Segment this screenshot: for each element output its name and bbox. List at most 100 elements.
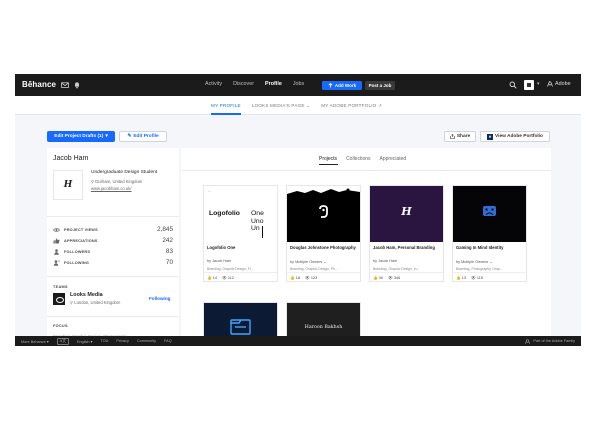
profile-name: Jacob Ham <box>53 155 89 162</box>
stat-value: 70 <box>165 259 173 266</box>
main-nav: Activity Discover Profile Jobs <box>205 81 304 87</box>
share-button[interactable]: Share <box>444 131 476 142</box>
projects-panel: Projects Collections Appreciated • • Log… <box>181 148 551 346</box>
footer-link-tou[interactable]: TOU <box>100 339 108 343</box>
subnav-looks-media[interactable]: LOOKS MEDIA'S PAGE ⌄ <box>252 103 310 109</box>
profile-avatar[interactable]: H <box>53 170 83 200</box>
eye-icon: 👁 <box>471 275 476 280</box>
adobe-link[interactable]: Adobe <box>547 81 571 87</box>
following-button[interactable]: Following <box>149 296 170 301</box>
adobe-family[interactable]: Part of the Adobe Family <box>525 338 575 344</box>
edit-profile-label: Edit Profile <box>133 134 159 139</box>
project-thumbnail[interactable]: • • Logofolio One Uno Un <box>204 186 277 242</box>
thumbs-up-icon: 👍 <box>207 275 212 280</box>
language-label: English <box>77 339 90 344</box>
external-link-icon: ↗ <box>377 103 382 108</box>
chevron-down-icon: ⌄ <box>306 103 311 108</box>
views-count: 112 <box>227 275 234 280</box>
stat-label: PROJECT VIEWS <box>64 227 98 232</box>
behance-logo[interactable]: Bēhance <box>22 80 56 89</box>
pencil-icon: ✎ <box>127 134 132 139</box>
subnav-adobe-portfolio[interactable]: MY ADOBE PORTFOLIO ↗ <box>321 103 382 109</box>
tab-projects[interactable]: Projects <box>319 156 337 162</box>
nav-profile[interactable]: Profile <box>265 81 282 87</box>
stats-list: PROJECT VIEWS 2,845 APPRECIATIONS 242 FO… <box>53 224 173 268</box>
adobe-icon <box>525 338 531 344</box>
team-name[interactable]: Looks Media <box>70 292 103 298</box>
stat-value: 2,845 <box>157 226 173 233</box>
adobe-family-label: Part of the Adobe Family <box>533 339 575 343</box>
more-behance-label: More Behance <box>21 339 46 344</box>
project-stats: 👍 18 👁 123 <box>287 272 360 281</box>
footer-bar: More Behance ▾ A文 English ▾ TOU Privacy … <box>15 336 581 346</box>
share-label: Share <box>456 134 471 139</box>
team-location: ⚲ London, United Kingdom <box>70 300 120 305</box>
project-views: 👁 112 <box>222 275 234 280</box>
project-card[interactable]: Gaming In Mind Identity by Multiple Owne… <box>452 185 527 282</box>
profile-location-text: Durham, United Kingdom <box>95 179 143 184</box>
likes-count: 18 <box>295 275 301 280</box>
project-thumbnail[interactable]: H <box>370 186 443 242</box>
active-tab-indicator <box>319 164 338 165</box>
project-thumbnail[interactable] <box>287 186 360 242</box>
post-job-button[interactable]: Post a Job <box>365 81 395 90</box>
subnav-looks-media-label: LOOKS MEDIA'S PAGE <box>251 103 305 108</box>
likes-count: 13 <box>461 275 467 280</box>
thumbs-up-icon <box>53 237 60 243</box>
stat-row: APPRECIATIONS 242 <box>53 235 173 246</box>
edit-drafts-button[interactable]: Edit Project Drafts (1) ▾ <box>47 131 115 142</box>
project-tags: Branding, Graphic Design, Ph... <box>290 267 338 271</box>
user-avatar[interactable] <box>524 80 534 90</box>
view-portfolio-button[interactable]: H View Adobe Portfolio <box>480 131 550 142</box>
thumbs-up-icon: 👍 <box>373 275 378 280</box>
footer-link-faq[interactable]: FAQ <box>164 339 172 343</box>
profile-subnav: MY PROFILE LOOKS MEDIA'S PAGE ⌄ MY ADOBE… <box>15 96 581 115</box>
subnav-my-profile[interactable]: MY PROFILE <box>211 103 241 109</box>
project-title[interactable]: Logofolio One <box>204 242 277 259</box>
project-likes: 👍 14 <box>207 275 217 280</box>
language-select[interactable]: English ▾ <box>77 339 92 344</box>
project-card[interactable]: H Jacob Ham, Personal Branding by Jacob … <box>369 185 444 282</box>
top-bar: Bēhance Activity Discover Profile Jobs A… <box>15 74 581 96</box>
stat-row[interactable]: FOLLOWING 70 <box>53 257 173 268</box>
project-title[interactable]: Gaming In Mind Identity <box>453 242 526 259</box>
profile-sidebar: Jacob Ham H Undergraduate Design Student… <box>47 148 179 346</box>
project-card[interactable]: • • Logofolio One Uno Un Logofolio One b… <box>203 185 278 282</box>
stat-label: FOLLOWING <box>64 260 89 265</box>
project-owner-text: by Multiple Owners <box>290 260 323 264</box>
project-title[interactable]: Douglas Johnstone Photography <box>287 242 360 259</box>
footer-link-community[interactable]: Community <box>137 339 156 343</box>
add-work-button[interactable]: Add Work <box>322 81 362 90</box>
mail-icon[interactable] <box>61 81 69 89</box>
project-thumbnail[interactable] <box>453 186 526 242</box>
thumb-wordmark: Logofolio <box>209 210 240 217</box>
project-title[interactable]: Jacob Ham, Personal Branding <box>370 242 443 259</box>
nav-activity[interactable]: Activity <box>205 81 222 87</box>
project-stats: 👍 14 👁 112 <box>204 272 277 281</box>
project-likes: 👍 40 <box>373 275 383 280</box>
thumb-wordmark: Haroon Bakhsh <box>304 325 343 330</box>
tab-collections[interactable]: Collections <box>346 156 370 162</box>
footer-link-privacy[interactable]: Privacy <box>116 339 128 343</box>
subnav-adobe-portfolio-label: MY ADOBE PORTFOLIO <box>321 103 377 108</box>
app-window: Bēhance Activity Discover Profile Jobs A… <box>15 74 581 346</box>
team-logo[interactable] <box>53 293 65 305</box>
h-monogram: H <box>401 205 412 218</box>
edit-profile-button[interactable]: ✎ Edit Profile <box>119 131 167 142</box>
project-card[interactable]: Douglas Johnstone Photography by Multipl… <box>286 185 361 282</box>
profile-website-link[interactable]: www.jacobham.co.uk/ <box>91 186 132 191</box>
stat-label: FOLLOWERS <box>64 249 91 254</box>
eye-icon: 👁 <box>388 275 393 280</box>
nav-discover[interactable]: Discover <box>233 81 254 87</box>
stat-row[interactable]: FOLLOWERS 83 <box>53 246 173 257</box>
nav-jobs[interactable]: Jobs <box>293 81 304 87</box>
stat-value: 242 <box>162 237 173 244</box>
more-behance-link[interactable]: More Behance ▾ <box>21 339 49 344</box>
profile-occupation: Undergraduate Design Student <box>91 170 158 175</box>
chevron-down-icon[interactable]: ▾ <box>537 81 540 87</box>
thumb-line <box>262 226 263 238</box>
search-icon[interactable] <box>509 81 517 89</box>
tab-appreciated[interactable]: Appreciated <box>380 156 407 162</box>
bell-icon[interactable] <box>73 81 81 89</box>
edit-drafts-label: Edit Project Drafts (1) <box>54 134 104 139</box>
